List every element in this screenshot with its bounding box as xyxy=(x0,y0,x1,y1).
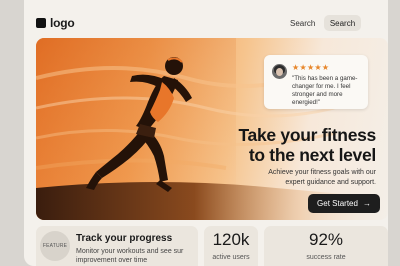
search-link[interactable]: Search xyxy=(290,19,315,28)
top-nav: logo Search Search xyxy=(24,0,388,40)
stat-label: active users xyxy=(212,254,250,261)
stat-value: 92% xyxy=(308,230,344,249)
feature-cards: FEATURE Track your progress Monitor your… xyxy=(36,226,388,266)
search-button[interactable]: Search xyxy=(324,15,361,31)
avatar xyxy=(272,64,287,79)
feature-title: Track your progress xyxy=(76,233,173,244)
logo[interactable]: logo xyxy=(36,16,75,30)
stat-card-users: 120k active users xyxy=(204,226,258,266)
stat-value: 120k xyxy=(212,230,250,249)
hero-subtitle-line-2: expert guidance and support. xyxy=(285,178,376,186)
testimonial-card: ★★★★★ "This has been a game-changer for … xyxy=(264,55,368,109)
logo-mark-icon xyxy=(36,18,46,28)
landing-page: logo Search Search ★★★★★ "This has been … xyxy=(24,0,388,266)
hero-subtitle: Achieve your fitness goals with our expe… xyxy=(234,168,376,187)
feature-description: Monitor your workouts and see sur improv… xyxy=(76,248,184,264)
feature-badge: FEATURE xyxy=(40,231,70,261)
logo-text: logo xyxy=(50,16,75,30)
feature-card-progress[interactable]: FEATURE Track your progress Monitor your… xyxy=(36,226,198,266)
arrow-right-icon: → xyxy=(362,199,371,208)
stat-card-success: 92% success rate xyxy=(264,226,388,266)
get-started-button[interactable]: Get Started → xyxy=(308,194,380,213)
hero-subtitle-line-1: Achieve your fitness goals with our xyxy=(268,169,376,176)
hero-title: Take your fitness to the next level xyxy=(226,125,376,165)
hero-title-line-2: to the next level xyxy=(248,145,376,165)
hero-section: ★★★★★ "This has been a game-changer for … xyxy=(36,38,388,220)
testimonial-quote: "This has been a game-changer for me. I … xyxy=(292,75,358,106)
star-icon: ★★★★★ xyxy=(292,63,330,72)
stat-label: success rate xyxy=(306,254,346,261)
get-started-label: Get Started xyxy=(317,199,358,208)
hero-title-line-1: Take your fitness xyxy=(238,125,376,145)
